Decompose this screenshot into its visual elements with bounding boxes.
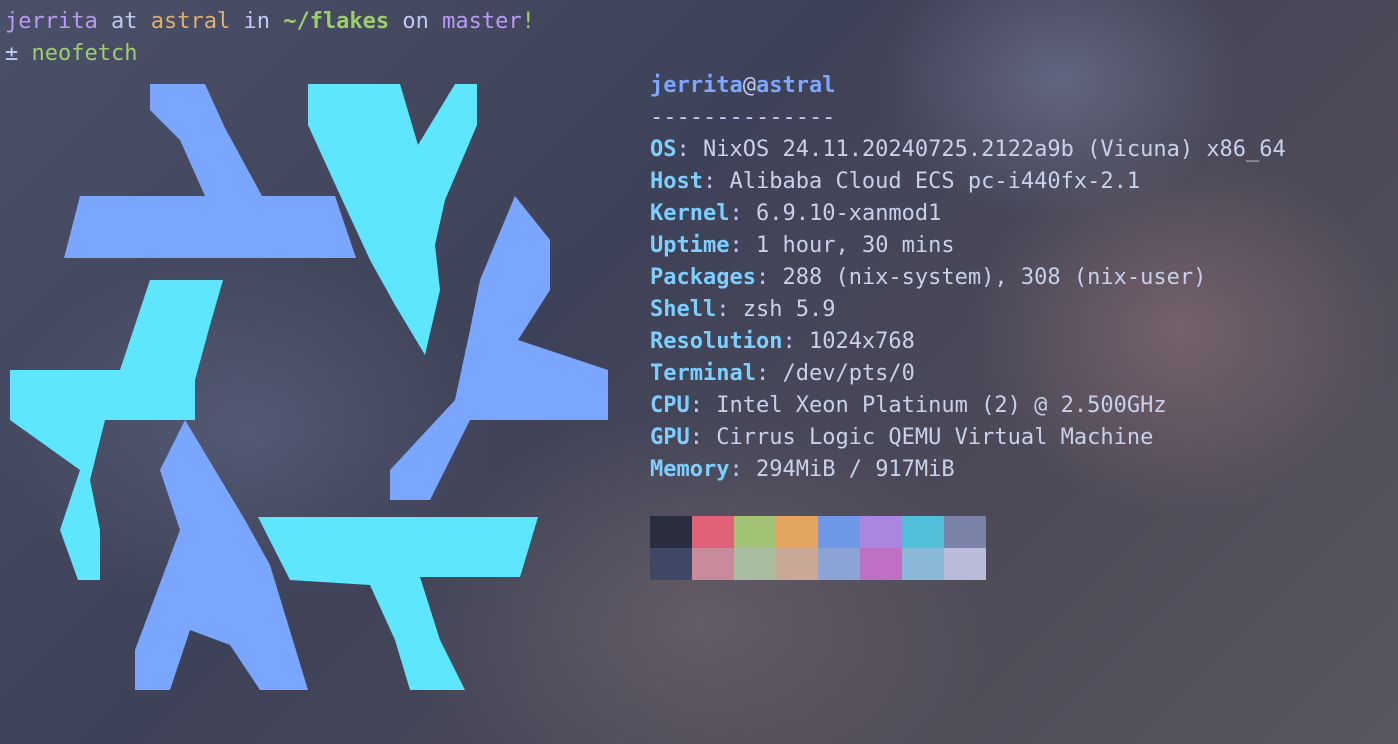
info-value: 1 hour, 30 mins: [755, 233, 955, 258]
info-colon: :: [729, 233, 756, 258]
info-value: zsh 5.9: [742, 297, 836, 322]
info-host: astral: [755, 73, 836, 98]
system-info-panel: jerrita@astral -------------- OS: NixOS …: [650, 70, 1286, 486]
color-palette: [650, 516, 986, 580]
info-key: OS: [650, 137, 677, 162]
nixos-logo: [10, 84, 608, 690]
info-key: Terminal: [650, 361, 756, 386]
bright-swatch-3: [776, 548, 818, 580]
info-value: NixOS 24.11.20240725.2122a9b (Vicuna) x8…: [703, 137, 1286, 162]
info-user: jerrita: [650, 73, 743, 98]
bright-swatch-1: [692, 548, 734, 580]
info-key: CPU: [650, 393, 690, 418]
info-key: GPU: [650, 425, 690, 450]
info-key: Host: [650, 169, 703, 194]
info-colon: :: [676, 137, 703, 162]
info-row-terminal: Terminal: /dev/pts/0: [650, 358, 1286, 390]
info-row-os: OS: NixOS 24.11.20240725.2122a9b (Vicuna…: [650, 134, 1286, 166]
info-colon: :: [782, 329, 809, 354]
info-row-uptime: Uptime: 1 hour, 30 mins: [650, 230, 1286, 262]
info-value: Cirrus Logic QEMU Virtual Machine: [716, 425, 1154, 450]
info-key: Shell: [650, 297, 717, 322]
info-value: 294MiB / 917MiB: [755, 457, 955, 482]
info-colon: :: [702, 169, 730, 194]
info-at: @: [742, 73, 756, 98]
info-value: 1024x768: [808, 329, 915, 354]
info-key: Uptime: [650, 233, 730, 258]
info-value: Alibaba Cloud ECS pc-i440fx-2.1: [729, 169, 1141, 194]
info-row-shell: Shell: zsh 5.9: [650, 294, 1286, 326]
info-value: Intel Xeon Platinum (2) @ 2.500GHz: [716, 393, 1167, 418]
info-colon: :: [729, 457, 756, 482]
info-key: Packages: [650, 265, 756, 290]
info-row-resolution: Resolution: 1024x768: [650, 326, 1286, 358]
info-key: Resolution: [650, 329, 783, 354]
normal-swatch-5: [860, 516, 902, 548]
info-value: 288 (nix-system), 308 (nix-user): [782, 265, 1207, 290]
info-row-cpu: CPU: Intel Xeon Platinum (2) @ 2.500GHz: [650, 390, 1286, 422]
info-row-memory: Memory: 294MiB / 917MiB: [650, 454, 1286, 486]
info-row-packages: Packages: 288 (nix-system), 308 (nix-use…: [650, 262, 1286, 294]
bright-swatch-7: [944, 548, 986, 580]
info-colon: :: [729, 201, 756, 226]
info-colon: :: [716, 297, 743, 322]
info-row-host: Host: Alibaba Cloud ECS pc-i440fx-2.1: [650, 166, 1286, 198]
normal-swatch-7: [944, 516, 986, 548]
info-colon: :: [689, 393, 717, 418]
info-key: Memory: [650, 457, 730, 482]
info-colon: :: [689, 425, 717, 450]
info-colon: :: [755, 361, 783, 386]
info-value: /dev/pts/0: [782, 361, 915, 386]
normal-swatch-6: [902, 516, 944, 548]
info-value: 6.9.10-xanmod1: [755, 201, 942, 226]
bright-swatch-2: [734, 548, 776, 580]
info-row-kernel: Kernel: 6.9.10-xanmod1: [650, 198, 1286, 230]
info-separator: --------------: [650, 105, 836, 130]
info-key: Kernel: [650, 201, 730, 226]
bright-swatch-6: [902, 548, 944, 580]
bright-swatch-0: [650, 548, 692, 580]
info-colon: :: [755, 265, 783, 290]
palette-bright-row: [650, 548, 986, 580]
normal-swatch-3: [776, 516, 818, 548]
bright-swatch-5: [860, 548, 902, 580]
bright-swatch-4: [818, 548, 860, 580]
normal-swatch-1: [692, 516, 734, 548]
info-row-gpu: GPU: Cirrus Logic QEMU Virtual Machine: [650, 422, 1286, 454]
palette-normal-row: [650, 516, 986, 548]
normal-swatch-0: [650, 516, 692, 548]
info-fields: OS: NixOS 24.11.20240725.2122a9b (Vicuna…: [650, 134, 1286, 486]
normal-swatch-4: [818, 516, 860, 548]
normal-swatch-2: [734, 516, 776, 548]
info-title: jerrita@astral: [650, 70, 1286, 102]
